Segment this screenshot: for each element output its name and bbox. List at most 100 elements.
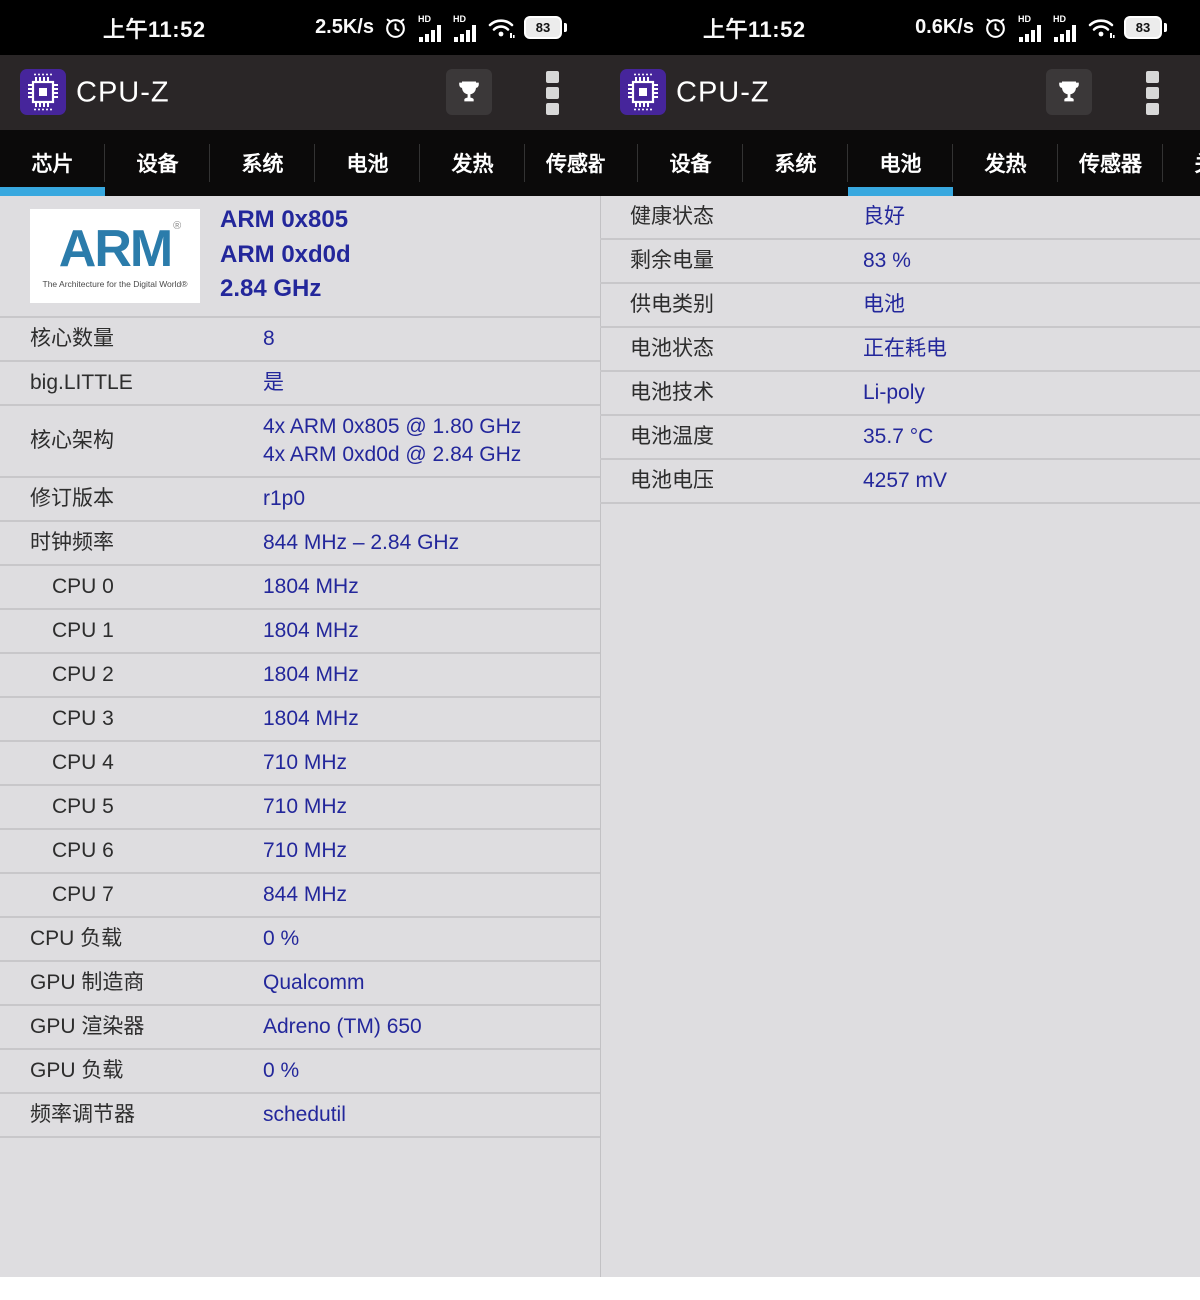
info-row: 电池状态 正在耗电 bbox=[600, 328, 1200, 372]
tab-label: 发热 bbox=[985, 148, 1027, 178]
network-speed: 2.5K/s bbox=[315, 16, 374, 39]
overflow-menu-button[interactable] bbox=[1146, 71, 1160, 115]
tab-label: 传感器 bbox=[546, 148, 600, 178]
info-row: 核心架构 4x ARM 0x805 @ 1.80 GHz 4x ARM 0xd0… bbox=[0, 406, 600, 478]
cpuz-logo-icon bbox=[620, 69, 666, 115]
tab[interactable]: 发热 bbox=[420, 130, 525, 196]
signal-hd-icon: HD bbox=[417, 13, 443, 43]
row-label: 核心数量 bbox=[0, 325, 263, 353]
tab[interactable]: 发热 bbox=[953, 130, 1058, 196]
selected-tab-indicator bbox=[0, 187, 105, 196]
tab[interactable]: 电池 bbox=[848, 130, 953, 196]
tab-label: 设备 bbox=[137, 148, 179, 178]
svg-text:HD: HD bbox=[1018, 14, 1031, 24]
row-label: CPU 6 bbox=[0, 837, 263, 865]
status-icons: 2.5K/s HD HD 83 bbox=[315, 13, 567, 43]
info-row: GPU 制造商 Qualcomm bbox=[0, 962, 600, 1006]
tab-label: 传感器 bbox=[1079, 148, 1142, 178]
row-label: CPU 4 bbox=[0, 749, 263, 777]
arm-logo-text: ARM® bbox=[59, 223, 171, 275]
row-value: 710 MHz bbox=[263, 786, 600, 828]
cpuz-logo-icon bbox=[20, 69, 66, 115]
info-row: big.LITTLE 是 bbox=[0, 362, 600, 406]
row-value: r1p0 bbox=[263, 478, 600, 520]
menu-dot bbox=[1146, 71, 1159, 83]
info-row: CPU 5 710 MHz bbox=[0, 786, 600, 830]
row-label: CPU 5 bbox=[0, 793, 263, 821]
info-row: 电池温度 35.7 °C bbox=[600, 416, 1200, 460]
panel-chip-screenshot: 上午11:52 2.5K/s HD HD 83 bbox=[0, 0, 600, 1277]
status-bar: 上午11:52 0.6K/s HD HD 83 bbox=[600, 0, 1200, 55]
panel-battery-screenshot: 上午11:52 0.6K/s HD HD 83 bbox=[600, 0, 1200, 1277]
row-label: GPU 渲染器 bbox=[0, 1013, 263, 1041]
selected-tab-indicator bbox=[848, 187, 953, 196]
row-label: 健康状态 bbox=[600, 203, 863, 231]
row-label: 供电类别 bbox=[600, 291, 863, 319]
info-row: 电池电压 4257 mV bbox=[600, 460, 1200, 504]
tab[interactable]: 传感器 bbox=[1058, 130, 1163, 196]
info-row: 健康状态 良好 bbox=[600, 196, 1200, 240]
overflow-menu-button[interactable] bbox=[546, 71, 560, 115]
info-row: CPU 7 844 MHz bbox=[0, 874, 600, 918]
row-label: big.LITTLE bbox=[0, 369, 263, 397]
signal-hd-icon: HD bbox=[1017, 13, 1043, 43]
row-label: CPU 1 bbox=[0, 617, 263, 645]
tab-bar: 芯片 设备 系统 电池 bbox=[0, 130, 600, 196]
battery-content: 健康状态 良好 剩余电量 83 % 供电类别 电池 电池状态 bbox=[600, 196, 1200, 504]
tab[interactable]: 设备 bbox=[638, 130, 743, 196]
tab[interactable]: 设备 bbox=[105, 130, 210, 196]
tab-label: 电池 bbox=[347, 148, 389, 178]
status-time: 上午11:52 bbox=[103, 12, 206, 44]
alarm-icon bbox=[983, 15, 1008, 40]
info-row: 剩余电量 83 % bbox=[600, 240, 1200, 284]
benchmark-trophy-button[interactable] bbox=[1046, 69, 1092, 115]
row-value: 8 bbox=[263, 318, 600, 360]
tab-label: 设备 bbox=[670, 148, 712, 178]
app-bar: CPU-Z bbox=[600, 55, 1200, 130]
row-label: 剩余电量 bbox=[600, 247, 863, 275]
row-label: 时钟频率 bbox=[0, 529, 263, 557]
info-row: 修订版本 r1p0 bbox=[0, 478, 600, 522]
chip-model-line: ARM 0x805 bbox=[220, 203, 351, 238]
tab[interactable]: 芯片 bbox=[600, 130, 638, 196]
battery-nub bbox=[564, 23, 567, 32]
app-bar: CPU-Z bbox=[0, 55, 600, 130]
network-speed: 0.6K/s bbox=[915, 16, 974, 39]
row-value: 电池 bbox=[863, 284, 1200, 326]
row-value: 4257 mV bbox=[863, 460, 1200, 502]
registered-mark: ® bbox=[173, 221, 181, 232]
row-label: 电池状态 bbox=[600, 335, 863, 363]
app-title: CPU-Z bbox=[76, 76, 170, 109]
tab-label: 系统 bbox=[775, 148, 817, 178]
info-row: 电池技术 Li-poly bbox=[600, 372, 1200, 416]
row-value: 844 MHz – 2.84 GHz bbox=[263, 522, 600, 564]
benchmark-trophy-button[interactable] bbox=[446, 69, 492, 115]
arm-logo: ARM® The Architecture for the Digital Wo… bbox=[30, 209, 200, 303]
row-value: 正在耗电 bbox=[863, 328, 1200, 370]
tab[interactable]: 电池 bbox=[315, 130, 420, 196]
row-value: 0 % bbox=[263, 1050, 600, 1092]
row-value: Adreno (TM) 650 bbox=[263, 1006, 600, 1048]
tab-label: 系统 bbox=[242, 148, 284, 178]
chip-clock-line: 2.84 GHz bbox=[220, 272, 351, 307]
row-value: 710 MHz bbox=[263, 742, 600, 784]
row-value: 是 bbox=[263, 362, 600, 404]
tab[interactable]: 系统 bbox=[743, 130, 848, 196]
alarm-icon bbox=[383, 15, 408, 40]
tab[interactable]: 芯片 bbox=[0, 130, 105, 196]
chip-content: ARM® The Architecture for the Digital Wo… bbox=[0, 196, 600, 1138]
row-value: 4x ARM 0x805 @ 1.80 GHz 4x ARM 0xd0d @ 2… bbox=[263, 406, 600, 476]
row-value: 1804 MHz bbox=[263, 698, 600, 740]
row-label: CPU 3 bbox=[0, 705, 263, 733]
menu-dot bbox=[1146, 103, 1159, 115]
info-row: CPU 负载 0 % bbox=[0, 918, 600, 962]
row-value: schedutil bbox=[263, 1094, 600, 1136]
tab-bar: 芯片 设备 系统 电池 bbox=[600, 130, 1200, 196]
row-label: 修订版本 bbox=[0, 485, 263, 513]
tab[interactable]: 系统 bbox=[210, 130, 315, 196]
tab[interactable]: 传感器 bbox=[525, 130, 600, 196]
svg-text:HD: HD bbox=[418, 14, 431, 24]
row-value: 35.7 °C bbox=[863, 416, 1200, 458]
wifi-icon bbox=[487, 16, 515, 40]
tab[interactable]: 关于 bbox=[1163, 130, 1200, 196]
